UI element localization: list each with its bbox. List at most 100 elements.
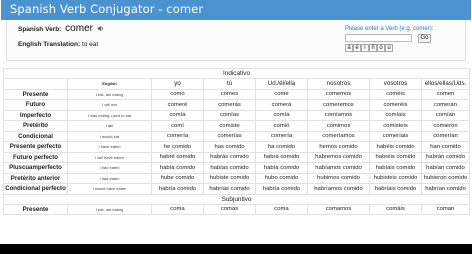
column-header: yo bbox=[151, 78, 204, 90]
subjunctive-section: Subjuntivo bbox=[3, 193, 470, 205]
table-row: Futuro perfecto I will have eaten habré co… bbox=[3, 151, 470, 163]
conjugation-cell: comíamos bbox=[307, 109, 370, 121]
english-cell: I was eating, used to eat bbox=[67, 109, 152, 121]
conjugation-cell: comáis bbox=[369, 203, 422, 215]
tense-label: Condicional perfecto bbox=[3, 183, 68, 195]
conjugation-cell: habrás comido bbox=[203, 151, 256, 163]
table-row: Presente I eat, am eating como comes come com… bbox=[3, 88, 470, 100]
column-header: English bbox=[67, 78, 152, 90]
verb-word: comer bbox=[65, 23, 93, 34]
conjugation-cell: comías bbox=[203, 109, 256, 121]
conjugation-cell: habríamos comido bbox=[307, 183, 370, 195]
conjugation-cell: comemos bbox=[307, 88, 370, 100]
verb-prompt: Please enter a Verb (e.g. comer): bbox=[345, 26, 434, 32]
accent-key[interactable]: ñ bbox=[369, 44, 377, 52]
accent-key[interactable]: é bbox=[353, 44, 361, 52]
english-cell: I have eaten bbox=[67, 141, 152, 153]
conjugation-cell: coma bbox=[255, 203, 308, 215]
column-header: tú bbox=[203, 78, 256, 90]
verb-line: Spanish Verb: comer bbox=[18, 23, 104, 34]
tense-label: Condicional bbox=[3, 130, 68, 142]
accent-key[interactable]: í bbox=[361, 44, 369, 52]
conjugation-cell: comes bbox=[203, 88, 256, 100]
tense-label: Pretérito bbox=[3, 120, 68, 132]
tense-label: Presente perfecto bbox=[3, 141, 68, 153]
accent-key[interactable]: á bbox=[345, 44, 353, 52]
conjugation-cell: hemos comido bbox=[307, 141, 370, 153]
conjugation-cell: comeríais bbox=[369, 130, 422, 142]
conjugation-cell: comisteis bbox=[369, 120, 422, 132]
english-cell: I eat, am eating bbox=[67, 203, 152, 215]
page-title: Spanish Verb Conjugator - comer bbox=[10, 2, 204, 16]
go-button[interactable]: Go bbox=[418, 34, 431, 43]
table-row: Condicional perfecto I would have eaten ha… bbox=[3, 183, 470, 195]
title-bar: Spanish Verb Conjugator - comer bbox=[1, 0, 471, 20]
column-header: ellos/ellas/Uds. bbox=[421, 78, 470, 90]
conjugation-cell: comíais bbox=[369, 109, 422, 121]
speaker-icon[interactable] bbox=[97, 25, 104, 32]
table-row: Imperfecto I was eating, used to eat comía… bbox=[3, 109, 470, 121]
conjugation-cell: hubiste comido bbox=[203, 172, 256, 184]
tense-label: Futuro bbox=[3, 99, 68, 111]
table-row: Futuro I will eat comeré comerás comerá comer… bbox=[3, 99, 470, 111]
table-row: Pretérito anterior I had eaten hube comido… bbox=[3, 172, 470, 184]
conjugation-cell: comía bbox=[255, 109, 308, 121]
conjugation-cell: coman bbox=[421, 203, 470, 215]
conjugation-cell: comeremos bbox=[307, 99, 370, 111]
conjugation-cell: habías comido bbox=[203, 162, 256, 174]
translation-line: English Translation: to eat bbox=[18, 41, 98, 48]
conjugation-cell: ha comido bbox=[255, 141, 308, 153]
conjugation-cell: come bbox=[255, 88, 308, 100]
conjugation-cell: comerías bbox=[203, 130, 256, 142]
conjugation-cell: hube comido bbox=[151, 172, 204, 184]
tense-label: Presente bbox=[3, 203, 68, 215]
conjugation-cell: comería bbox=[151, 130, 204, 142]
conjugation-cell: había comido bbox=[151, 162, 204, 174]
conjugation-cell: había comido bbox=[255, 162, 308, 174]
english-cell: I had eaten bbox=[67, 172, 152, 184]
conjugation-cell: comimos bbox=[307, 120, 370, 132]
english-cell: I would have eaten bbox=[67, 183, 152, 195]
tense-label: Futuro perfecto bbox=[3, 151, 68, 163]
conjugation-cell: habíais comido bbox=[369, 162, 422, 174]
conjugation-cell: comí bbox=[151, 120, 204, 132]
conjugation-cell: habrán comido bbox=[421, 151, 470, 163]
conjugation-cell: he comido bbox=[151, 141, 204, 153]
conjugation-cell: habría comido bbox=[151, 183, 204, 195]
translation-value: to eat bbox=[81, 41, 99, 48]
conjugation-cell: comiste bbox=[203, 120, 256, 132]
conjugation-cell: comeréis bbox=[369, 99, 422, 111]
conjugation-cell: habré comido bbox=[151, 151, 204, 163]
accent-key[interactable]: ú bbox=[385, 44, 393, 52]
column-header: vosotros bbox=[369, 78, 422, 90]
column-header: nosotros bbox=[307, 78, 370, 90]
conjugation-cell: habría comido bbox=[255, 183, 308, 195]
conjugation-cell: hubo comido bbox=[255, 172, 308, 184]
accent-key[interactable]: ó bbox=[377, 44, 385, 52]
conjugation-cell: comas bbox=[203, 203, 256, 215]
header-blank-cell bbox=[3, 78, 68, 90]
conjugation-cell: habrían comido bbox=[421, 183, 470, 195]
conjugation-cell: hubimos comido bbox=[307, 172, 370, 184]
translation-label: English Translation: bbox=[18, 41, 81, 48]
column-header-row: English yo tú Ud./él/ella nosotros vosotros el… bbox=[3, 78, 470, 90]
conjugation-cell: habrá comido bbox=[255, 151, 308, 163]
tense-label: Pluscuamperfecto bbox=[3, 162, 68, 174]
column-header: Ud./él/ella bbox=[255, 78, 308, 90]
english-cell: I had eaten bbox=[67, 162, 152, 174]
tense-label: Imperfecto bbox=[3, 109, 68, 121]
conjugation-cell: como bbox=[151, 88, 204, 100]
conjugation-cell: habéis comido bbox=[369, 141, 422, 153]
conjugation-cell: habríais comido bbox=[369, 183, 422, 195]
conjugation-cell: comerán bbox=[421, 99, 470, 111]
table-row: Condicional I would eat comería comerías com… bbox=[3, 130, 470, 142]
english-cell: I will have eaten bbox=[67, 151, 152, 163]
conjugation-cell: habíamos comido bbox=[307, 162, 370, 174]
conjugation-cell: comía bbox=[151, 109, 204, 121]
conjugation-cell: comerían bbox=[421, 130, 470, 142]
accent-keys: áéíñóú bbox=[345, 44, 393, 52]
verb-input[interactable] bbox=[345, 34, 412, 42]
conjugation-cell: comió bbox=[255, 120, 308, 132]
tense-label: Presente bbox=[3, 88, 68, 100]
table-row: Pretérito I ate comí comiste comió comimos com… bbox=[3, 120, 470, 132]
